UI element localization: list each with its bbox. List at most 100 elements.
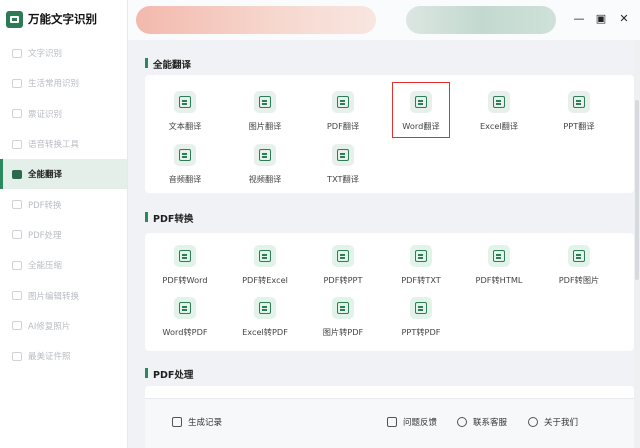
tile-image-to-pdf[interactable]: 图片转PDF xyxy=(303,295,383,343)
tile-video-translate[interactable]: 视频翻译 xyxy=(225,142,305,190)
pdf-to-image-icon xyxy=(568,245,590,267)
sidebar-nav: 文字识别 生活常用识别 票证识别 语音转换工具 全能翻译 PDF转换 PDF处理… xyxy=(0,38,127,371)
tile-label: Word转PDF xyxy=(162,327,208,337)
sidebar-item-label: 全能压缩 xyxy=(28,261,63,272)
main-content: 全能翻译 文本翻译 图片翻译 PDF翻译 Word翻译 Excel翻译 PPT翻… xyxy=(128,40,634,448)
image-to-pdf-icon xyxy=(332,297,354,319)
promo-banner[interactable] xyxy=(136,6,376,34)
sidebar-item-pdf-convert[interactable]: PDF转换 xyxy=(0,189,127,219)
scrollbar[interactable] xyxy=(634,40,640,448)
section-title-translate: 全能翻译 xyxy=(145,57,191,71)
id-photo-icon xyxy=(12,351,22,361)
history-label: 生成记录 xyxy=(188,418,223,428)
tile-pdf-to-word[interactable]: PDF转Word xyxy=(145,243,225,291)
excel-to-pdf-icon xyxy=(254,297,276,319)
tile-label: PPT翻译 xyxy=(563,121,595,131)
pdf-convert-panel: PDF转Word PDF转Excel PDF转PPT PDF转TXT PDF转H… xyxy=(145,233,634,351)
app-logo-icon xyxy=(6,10,23,28)
sidebar-item-ticket-ocr[interactable]: 票证识别 xyxy=(0,99,127,129)
pdf-convert-icon xyxy=(12,200,22,210)
tile-label: 视频翻译 xyxy=(248,174,282,184)
account-banner[interactable] xyxy=(406,6,556,34)
sidebar-item-label: PDF转换 xyxy=(28,200,62,211)
text-ocr-icon xyxy=(12,48,22,58)
section-title-pdf-convert: PDF转换 xyxy=(145,211,193,225)
tile-label: PDF转Excel xyxy=(242,275,288,285)
tile-label: PDF转图片 xyxy=(558,275,600,285)
tile-image-translate[interactable]: 图片翻译 xyxy=(225,89,305,137)
compress-icon xyxy=(12,260,22,270)
audio-translate-icon xyxy=(174,144,196,166)
sidebar-item-life-ocr[interactable]: 生活常用识别 xyxy=(0,68,127,98)
minimize-button[interactable]: — xyxy=(572,11,586,25)
tile-label: PDF翻译 xyxy=(326,121,360,131)
tile-word-to-pdf[interactable]: Word转PDF xyxy=(145,295,225,343)
history-button[interactable]: 生成记录 xyxy=(172,416,222,428)
ticket-ocr-icon xyxy=(12,109,22,119)
sidebar-item-label: 全能翻译 xyxy=(28,170,63,181)
video-translate-icon xyxy=(254,144,276,166)
clipboard-icon xyxy=(172,417,182,427)
support-label: 联系客服 xyxy=(473,418,508,428)
sidebar-item-image-edit[interactable]: 图片编辑转换 xyxy=(0,280,127,310)
tile-label: 文本翻译 xyxy=(168,121,202,131)
sidebar: 万能文字识别 文字识别 生活常用识别 票证识别 语音转换工具 全能翻译 PDF转… xyxy=(0,0,128,448)
voice-tools-icon xyxy=(12,139,22,149)
tile-pdf-to-txt[interactable]: PDF转TXT xyxy=(381,243,461,291)
tile-label: TXT翻译 xyxy=(327,174,359,184)
excel-translate-icon xyxy=(488,91,510,113)
support-button[interactable]: 联系客服 xyxy=(457,416,507,428)
tile-audio-translate[interactable]: 音频翻译 xyxy=(145,142,225,190)
sidebar-item-ai-repair[interactable]: AI修复照片 xyxy=(0,311,127,341)
tile-pdf-to-image[interactable]: PDF转图片 xyxy=(539,243,619,291)
pdf-translate-icon xyxy=(332,91,354,113)
ppt-to-pdf-icon xyxy=(410,297,432,319)
sidebar-item-text-ocr[interactable]: 文字识别 xyxy=(0,38,127,68)
sidebar-item-pdf-process[interactable]: PDF处理 xyxy=(0,220,127,250)
top-bar: — ▣ ✕ xyxy=(128,0,640,40)
tile-pdf-to-ppt[interactable]: PDF转PPT xyxy=(303,243,383,291)
sidebar-item-compress[interactable]: 全能压缩 xyxy=(0,250,127,280)
tile-excel-translate[interactable]: Excel翻译 xyxy=(459,89,539,137)
chat-icon xyxy=(457,417,467,427)
feedback-icon xyxy=(387,417,397,427)
about-button[interactable]: 关于我们 xyxy=(528,416,578,428)
section-title-pdf-process: PDF处理 xyxy=(145,367,193,381)
tile-label: Excel翻译 xyxy=(479,121,519,131)
sidebar-item-label: 语音转换工具 xyxy=(28,140,80,151)
tile-label: 图片翻译 xyxy=(248,121,282,131)
tile-pdf-to-excel[interactable]: PDF转Excel xyxy=(225,243,305,291)
sidebar-item-label: PDF处理 xyxy=(28,230,62,241)
tile-ppt-translate[interactable]: PPT翻译 xyxy=(539,89,619,137)
sidebar-item-id-photo[interactable]: 最美证件照 xyxy=(0,341,127,371)
tile-pdf-to-html[interactable]: PDF转HTML xyxy=(459,243,539,291)
feedback-button[interactable]: 问题反馈 xyxy=(387,416,437,428)
scrollbar-thumb[interactable] xyxy=(635,100,639,280)
tile-label: Excel转PDF xyxy=(242,327,288,337)
sidebar-item-voice-tools[interactable]: 语音转换工具 xyxy=(0,129,127,159)
tile-txt-translate[interactable]: TXT翻译 xyxy=(303,142,383,190)
translate-panel: 文本翻译 图片翻译 PDF翻译 Word翻译 Excel翻译 PPT翻译 音频翻… xyxy=(145,75,634,193)
tile-label: PDF转Word xyxy=(162,275,208,285)
tile-pdf-translate[interactable]: PDF翻译 xyxy=(303,89,383,137)
maximize-button[interactable]: ▣ xyxy=(594,11,608,25)
sidebar-item-label: AI修复照片 xyxy=(28,321,71,332)
tile-label: 音频翻译 xyxy=(168,174,202,184)
tile-text-translate[interactable]: 文本翻译 xyxy=(145,89,225,137)
sidebar-item-label: 文字识别 xyxy=(28,49,63,60)
word-to-pdf-icon xyxy=(174,297,196,319)
sidebar-item-translate[interactable]: 全能翻译 xyxy=(0,159,127,190)
tile-label: PDF转TXT xyxy=(401,275,441,285)
ppt-translate-icon xyxy=(568,91,590,113)
tile-excel-to-pdf[interactable]: Excel转PDF xyxy=(225,295,305,343)
brand: 万能文字识别 xyxy=(0,0,127,38)
sidebar-item-label: 图片编辑转换 xyxy=(28,291,80,302)
tile-ppt-to-pdf[interactable]: PPT转PDF xyxy=(381,295,461,343)
close-button[interactable]: ✕ xyxy=(617,11,631,25)
tile-label: PPT转PDF xyxy=(401,327,441,337)
sidebar-item-label: 最美证件照 xyxy=(28,352,71,363)
pdf-to-html-icon xyxy=(488,245,510,267)
life-ocr-icon xyxy=(12,78,22,88)
app-title: 万能文字识别 xyxy=(28,12,97,26)
pdf-to-ppt-icon xyxy=(332,245,354,267)
